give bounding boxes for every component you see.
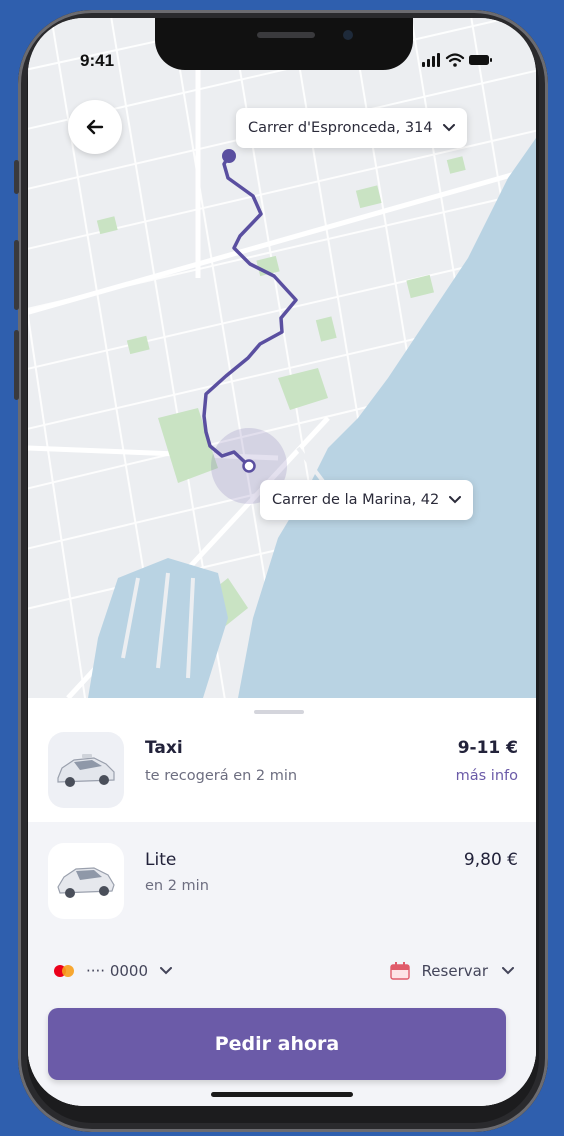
origin-address: Carrer d'Espronceda, 314 (248, 120, 433, 136)
side-button-volume-up (14, 240, 19, 310)
sheet-drag-handle[interactable] (254, 710, 304, 714)
cta-area: Pedir ahora (28, 1004, 536, 1106)
ride-price: 9,80 € (463, 850, 518, 870)
ride-price: 9-11 € (457, 738, 518, 758)
chevron-down-icon (502, 967, 514, 975)
signal-icon (422, 53, 440, 67)
ride-option-taxi[interactable]: Taxi te recogerá en 2 min 9-11 € más inf… (28, 718, 536, 822)
back-button[interactable] (68, 100, 122, 154)
destination-marker (242, 459, 256, 473)
ride-eta: en 2 min (145, 878, 209, 894)
reserve-label: Reservar (421, 962, 488, 980)
destination-address-pill[interactable]: Carrer de la Marina, 42 (260, 480, 474, 520)
payment-row: ···· 0000 Reservar (28, 940, 536, 1004)
ride-eta: te recogerá en 2 min (145, 768, 298, 784)
ride-name: Taxi (145, 738, 183, 758)
car-icon (48, 843, 124, 919)
mastercard-icon (54, 965, 76, 977)
front-camera-icon (343, 30, 353, 40)
chevron-down-icon (160, 967, 173, 975)
reserve-selector[interactable]: Reservar (389, 962, 514, 980)
notch (155, 18, 413, 70)
card-masked-number: ···· 0000 (86, 962, 149, 980)
wifi-icon (445, 53, 465, 67)
origin-address-pill[interactable]: Carrer d'Espronceda, 314 (236, 108, 467, 148)
origin-marker (222, 149, 236, 163)
ride-name: Lite (145, 850, 177, 870)
calendar-icon (389, 962, 410, 980)
chevron-down-icon (449, 496, 462, 504)
battery-icon (469, 55, 492, 65)
more-info-link[interactable]: más info (456, 768, 518, 784)
destination-address: Carrer de la Marina, 42 (272, 492, 440, 508)
status-icons (422, 53, 492, 67)
side-button-volume-down (14, 330, 19, 400)
home-indicator[interactable] (211, 1092, 353, 1097)
payment-method-selector[interactable]: ···· 0000 (54, 962, 173, 980)
side-button-mute (14, 160, 19, 194)
back-arrow-icon (86, 119, 104, 135)
request-ride-button[interactable]: Pedir ahora (48, 1008, 506, 1080)
ride-option-lite[interactable]: Lite en 2 min 9,80 € (28, 822, 536, 941)
bottom-sheet: Taxi te recogerá en 2 min 9-11 € más inf… (28, 698, 536, 1106)
chevron-down-icon (442, 124, 455, 132)
status-time: 9:41 (80, 51, 115, 70)
screen: 9:41 Carrer d'Espronceda, 314 Carrer de … (28, 18, 536, 1106)
car-icon (48, 732, 124, 808)
speaker-grille (257, 32, 315, 38)
